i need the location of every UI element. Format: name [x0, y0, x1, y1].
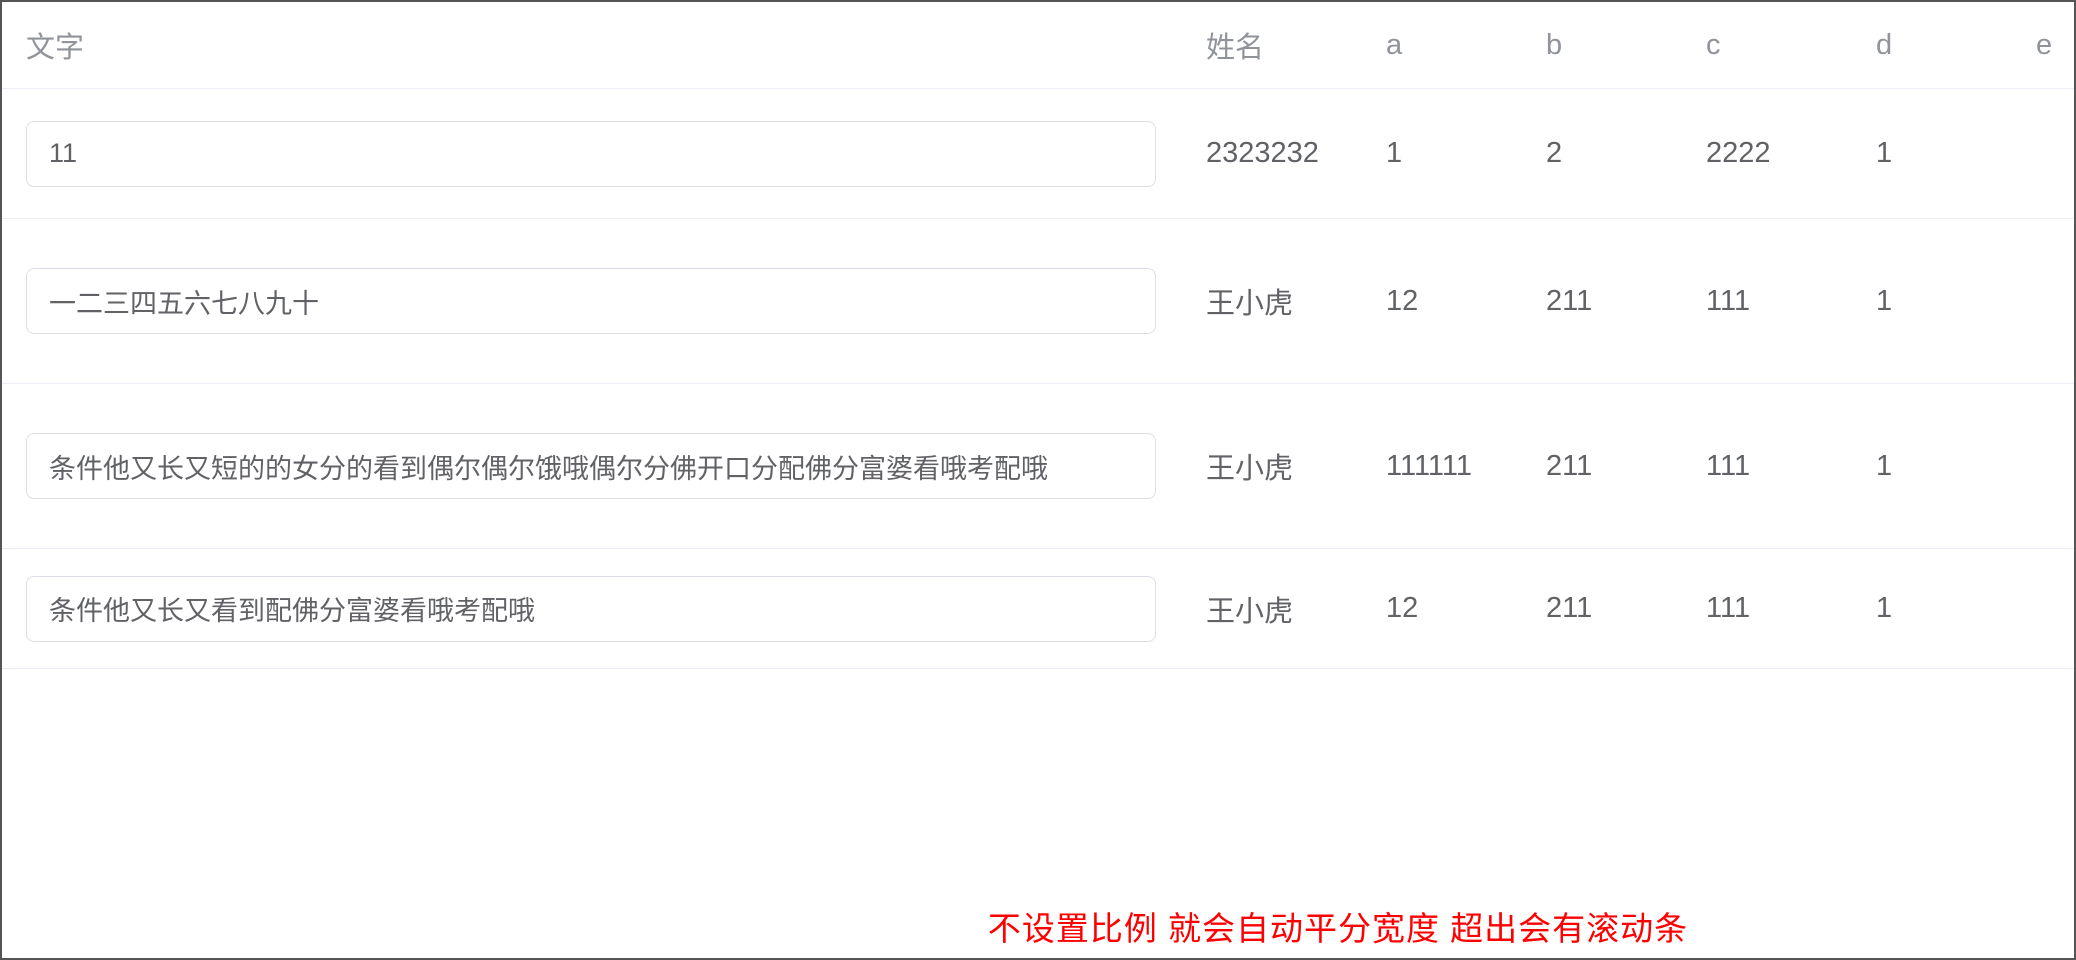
text-input[interactable] — [26, 576, 1156, 642]
cell-text — [2, 549, 1182, 669]
table-container: 文字 姓名 a b c d e 2323232 — [2, 2, 2074, 886]
cell-name: 王小虎 — [1182, 219, 1362, 384]
cell-b: 211 — [1522, 384, 1682, 549]
cell-e — [2012, 219, 2074, 384]
table-scroll[interactable]: 文字 姓名 a b c d e 2323232 — [2, 2, 2074, 886]
data-table: 文字 姓名 a b c d e 2323232 — [2, 2, 2074, 669]
header-name: 姓名 — [1182, 2, 1362, 89]
cell-a: 1 — [1362, 89, 1522, 219]
header-b: b — [1522, 2, 1682, 89]
cell-a: 12 — [1362, 549, 1522, 669]
cell-d: 1 — [1852, 549, 2012, 669]
cell-b: 211 — [1522, 219, 1682, 384]
cell-name: 王小虎 — [1182, 549, 1362, 669]
cell-c: 2222 — [1682, 89, 1852, 219]
app-frame: 文字 姓名 a b c d e 2323232 — [0, 0, 2076, 960]
cell-d: 1 — [1852, 89, 2012, 219]
cell-text — [2, 89, 1182, 219]
table-row: 2323232 1 2 2222 1 — [2, 89, 2074, 219]
header-d: d — [1852, 2, 2012, 89]
cell-d: 1 — [1852, 384, 2012, 549]
cell-d: 1 — [1852, 219, 2012, 384]
cell-e — [2012, 89, 2074, 219]
cell-c: 111 — [1682, 384, 1852, 549]
cell-name: 王小虎 — [1182, 384, 1362, 549]
cell-a: 111111 — [1362, 384, 1522, 549]
cell-b: 211 — [1522, 549, 1682, 669]
footer-note: 不设置比例 就会自动平分宽度 超出会有滚动条 — [602, 886, 2074, 958]
cell-c: 111 — [1682, 219, 1852, 384]
cell-c: 111 — [1682, 549, 1852, 669]
text-input[interactable] — [26, 268, 1156, 334]
header-a: a — [1362, 2, 1522, 89]
text-input[interactable] — [26, 433, 1156, 499]
cell-text — [2, 384, 1182, 549]
table-row: 王小虎 12 211 111 1 — [2, 549, 2074, 669]
cell-name: 2323232 — [1182, 89, 1362, 219]
text-input[interactable] — [26, 121, 1156, 187]
cell-e — [2012, 384, 2074, 549]
table-row: 王小虎 12 211 111 1 — [2, 219, 2074, 384]
header-text: 文字 — [2, 2, 1182, 89]
table-header-row: 文字 姓名 a b c d e — [2, 2, 2074, 89]
cell-b: 2 — [1522, 89, 1682, 219]
header-e: e — [2012, 2, 2074, 89]
header-c: c — [1682, 2, 1852, 89]
table-row: 王小虎 111111 211 111 1 — [2, 384, 2074, 549]
cell-e — [2012, 549, 2074, 669]
cell-a: 12 — [1362, 219, 1522, 384]
cell-text — [2, 219, 1182, 384]
